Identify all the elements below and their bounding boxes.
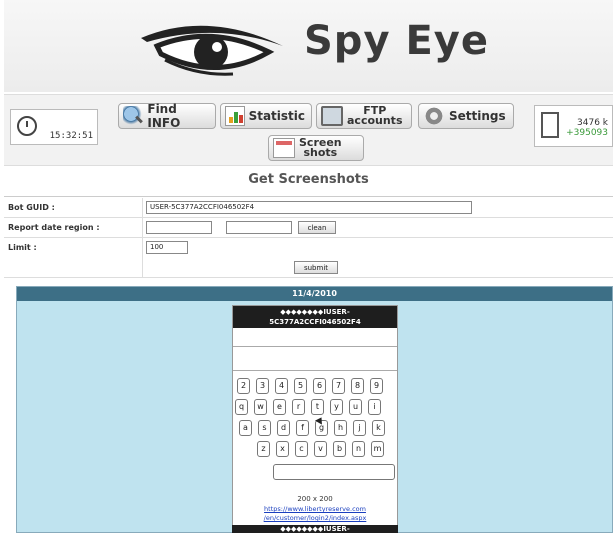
bot-guid-row: Bot GUID : USER-5C377A2CCFI046502F4 bbox=[4, 198, 613, 218]
screenshot-title-line2: 5C377A2CCFI046502F4 bbox=[269, 318, 361, 326]
keyboard-key[interactable]: b bbox=[333, 441, 346, 457]
main-toolbar: 15:32:51 Find INFO Statistic FTP account… bbox=[4, 94, 613, 166]
bot-guid-label: Bot GUID : bbox=[8, 203, 55, 212]
limit-row: Limit : 100 submit bbox=[4, 238, 613, 278]
logo-header: Spy Eye bbox=[4, 0, 613, 92]
monitor-icon bbox=[321, 106, 343, 126]
date-to-input[interactable] bbox=[226, 221, 292, 234]
title-divider bbox=[4, 196, 613, 197]
screenshot-thumbnail[interactable]: ◆◆◆◆◆◆◆◆IUSER- 5C377A2CCFI046502F4 23456… bbox=[232, 305, 398, 533]
report-date-row: Report date region : clean bbox=[4, 218, 613, 238]
page-title: Get Screenshots bbox=[248, 172, 369, 187]
find-info-button[interactable]: Find INFO bbox=[118, 102, 216, 130]
date-from-input[interactable] bbox=[146, 221, 212, 234]
keyboard-key[interactable]: y bbox=[330, 399, 343, 415]
clock-time: 15:32:51 bbox=[49, 131, 93, 141]
ftp-accounts-button[interactable]: FTP accounts bbox=[316, 103, 412, 129]
keyboard-key[interactable]: q bbox=[235, 399, 248, 415]
next-screenshot-title[interactable]: ◆◆◆◆◆◆◆◆IUSER- bbox=[232, 525, 398, 533]
screenshot-title: ◆◆◆◆◆◆◆◆IUSER- 5C377A2CCFI046502F4 bbox=[233, 306, 397, 328]
clock-widget: 15:32:51 bbox=[10, 109, 98, 145]
keyboard-key[interactable]: m bbox=[371, 441, 384, 457]
keyboard-key[interactable]: r bbox=[292, 399, 305, 415]
screenshots-button[interactable]: Screen shots bbox=[268, 135, 364, 161]
keyboard-key[interactable]: 5 bbox=[294, 378, 307, 394]
limit-label: Limit : bbox=[8, 243, 37, 252]
eye-logo-icon bbox=[141, 25, 283, 76]
keyboard-key[interactable]: a bbox=[239, 420, 252, 436]
ftp-label-line2: accounts bbox=[347, 114, 403, 127]
keyboard-key[interactable]: f bbox=[296, 420, 309, 436]
magnifier-icon bbox=[123, 106, 144, 126]
keyboard-key[interactable]: s bbox=[258, 420, 271, 436]
keyboard-key[interactable]: j bbox=[353, 420, 366, 436]
clean-button[interactable]: clean bbox=[298, 221, 336, 234]
screenshot-title-line1: ◆◆◆◆◆◆◆◆IUSER- bbox=[280, 308, 350, 316]
keyboard-key[interactable]: v bbox=[314, 441, 327, 457]
keyboard-key[interactable]: d bbox=[277, 420, 290, 436]
keyboard-key[interactable]: z bbox=[257, 441, 270, 457]
gear-icon bbox=[423, 106, 445, 126]
limit-input[interactable]: 100 bbox=[146, 241, 188, 254]
keyboard-key[interactable]: 3 bbox=[256, 378, 269, 394]
bar-chart-icon bbox=[225, 106, 245, 126]
keyboard-key[interactable]: n bbox=[352, 441, 365, 457]
row-divider bbox=[142, 238, 143, 278]
shots-label-line2: shots bbox=[303, 146, 338, 159]
settings-button[interactable]: Settings bbox=[418, 103, 514, 129]
screenshot-url-line2[interactable]: /en/customer/login2/index.aspx bbox=[233, 514, 397, 522]
screenshot-results: 11/4/2010 ◆◆◆◆◆◆◆◆IUSER- 5C377A2CCFI0465… bbox=[16, 286, 613, 533]
date-header: 11/4/2010 bbox=[17, 287, 612, 301]
keyboard-key[interactable]: 8 bbox=[351, 378, 364, 394]
keyboard-key[interactable]: c bbox=[295, 441, 308, 457]
row-divider bbox=[142, 198, 143, 218]
keyboard-key[interactable]: x bbox=[276, 441, 289, 457]
keyboard-key[interactable]: 9 bbox=[370, 378, 383, 394]
screenshot-icon bbox=[273, 138, 295, 158]
settings-label: Settings bbox=[449, 109, 506, 123]
report-date-label: Report date region : bbox=[8, 223, 100, 232]
spyeye-panel: Spy Eye 15:32:51 Find INFO Statistic FTP… bbox=[4, 0, 613, 533]
submit-button[interactable]: submit bbox=[294, 261, 338, 274]
form-line bbox=[233, 346, 397, 347]
row-divider bbox=[142, 218, 143, 238]
counter-delta: +395093 bbox=[566, 128, 608, 138]
keyboard-key[interactable]: k bbox=[372, 420, 385, 436]
keyboard-key[interactable]: e bbox=[273, 399, 286, 415]
keyboard-key[interactable]: w bbox=[254, 399, 267, 415]
counter-widget: 3476 k +395093 bbox=[534, 105, 613, 147]
counter-total: 3476 k bbox=[577, 118, 608, 128]
screenshot-url-line1[interactable]: https://www.libertyreserve.com bbox=[233, 505, 397, 513]
keyboard-space-key[interactable] bbox=[273, 464, 395, 480]
keyboard-key[interactable]: t bbox=[311, 399, 324, 415]
clock-icon bbox=[17, 116, 37, 136]
statistic-label: Statistic bbox=[248, 109, 305, 123]
brand-title: Spy Eye bbox=[304, 18, 489, 64]
keyboard-key[interactable]: h bbox=[334, 420, 347, 436]
screenshot-size: 200 x 200 bbox=[297, 495, 333, 503]
keyboard-key[interactable]: 4 bbox=[275, 378, 288, 394]
document-icon bbox=[541, 112, 559, 138]
keyboard-key[interactable]: 2 bbox=[237, 378, 250, 394]
keyboard-key[interactable]: u bbox=[349, 399, 362, 415]
keyboard-key[interactable]: 6 bbox=[313, 378, 326, 394]
keyboard-key[interactable]: 7 bbox=[332, 378, 345, 394]
statistic-button[interactable]: Statistic bbox=[220, 103, 312, 129]
form-line bbox=[233, 370, 397, 371]
keyboard-key[interactable]: i bbox=[368, 399, 381, 415]
bot-guid-input[interactable]: USER-5C377A2CCFI046502F4 bbox=[146, 201, 472, 214]
find-info-label: Find INFO bbox=[147, 102, 181, 130]
